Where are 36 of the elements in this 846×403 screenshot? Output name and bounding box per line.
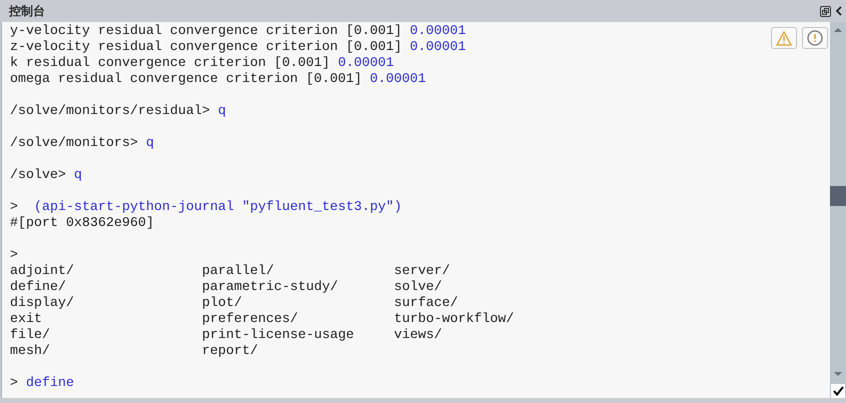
command-entry: report/ bbox=[202, 344, 259, 360]
console-line: omega residual convergence criterion [0.001] 0.00001 bbox=[10, 72, 426, 88]
console-line: /solve> q bbox=[10, 168, 82, 184]
console-line: y-velocity residual convergence criterion [0.001] 0.00001 bbox=[10, 24, 466, 40]
console-line: #[port 0x8362e960] bbox=[10, 216, 154, 232]
console-line: z-velocity residual convergence criterion [0.001] 0.00001 bbox=[10, 40, 466, 56]
command-entry: print-license-usage bbox=[202, 328, 355, 344]
warning-button[interactable] bbox=[771, 27, 797, 49]
float-window-icon[interactable] bbox=[820, 6, 831, 16]
command-entry: mesh/ bbox=[10, 344, 51, 360]
console-line: /solve/monitors/residual> q bbox=[10, 104, 226, 120]
command-entry: file/ bbox=[10, 328, 51, 344]
command-entry: parallel/ bbox=[202, 264, 275, 280]
command-entry: plot/ bbox=[202, 296, 243, 312]
collapse-icon[interactable] bbox=[835, 6, 842, 16]
command-entry: views/ bbox=[394, 328, 443, 344]
console-line: k residual convergence criterion [0.001] 0.00001 bbox=[10, 56, 394, 72]
command-entry: turbo-workflow/ bbox=[394, 312, 515, 328]
command-entry: server/ bbox=[394, 264, 451, 280]
command-entry: surface/ bbox=[394, 296, 459, 312]
command-entry: parametric-study/ bbox=[202, 280, 339, 296]
scroll-thumb[interactable] bbox=[830, 186, 846, 206]
command-entry: solve/ bbox=[394, 280, 443, 296]
console-line: > (api-start-python-journal "pyfluent_test3.py") bbox=[10, 200, 402, 216]
scrollbar[interactable] bbox=[830, 22, 846, 398]
command-entry: adjoint/ bbox=[10, 264, 75, 280]
autoscroll-checkbox[interactable] bbox=[831, 384, 845, 398]
command-entry: display/ bbox=[10, 296, 75, 312]
console-line: > bbox=[10, 248, 18, 264]
console-line: > define bbox=[10, 376, 74, 392]
command-entry: exit bbox=[10, 312, 43, 328]
command-entry: preferences/ bbox=[202, 312, 299, 328]
command-entry: define/ bbox=[10, 280, 67, 296]
panel-title: 控制台 bbox=[9, 2, 45, 20]
info-button[interactable] bbox=[802, 27, 828, 49]
console-line: /solve/monitors> q bbox=[10, 136, 154, 152]
